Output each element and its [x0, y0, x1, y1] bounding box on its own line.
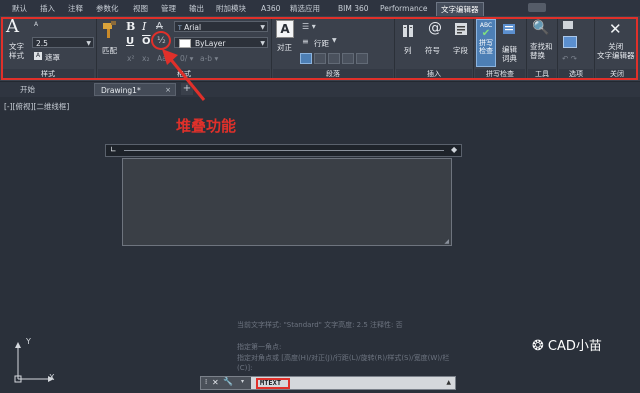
ribbon-highlight-frame: [1, 17, 638, 80]
y-axis-label: Y: [26, 337, 31, 346]
chevron-up-icon[interactable]: ▲: [446, 379, 451, 386]
ruler-line: [124, 150, 444, 151]
ribbon-panel: A 文字 样式 A 2.5 ▼ A 遮罩 样式 匹配 B I A U O ½ x²…: [0, 16, 640, 82]
close-icon[interactable]: ✕: [212, 378, 219, 387]
tab-view[interactable]: 视图: [133, 2, 148, 15]
document-tab-bar: 开始 Drawing1* × +: [0, 82, 640, 97]
command-input[interactable]: MTEXT: [256, 378, 290, 389]
watermark-text: CAD小苗: [547, 339, 602, 354]
annotation-arrow: [162, 49, 206, 101]
tab-performance[interactable]: Performance: [380, 2, 428, 15]
start-tab[interactable]: 开始: [14, 83, 41, 96]
command-history-line: 指定对角点或 [高度(H)/对正(J)/行距(L)/旋转(R)/样式(S)/宽度…: [237, 354, 450, 372]
drawing-tab-label: Drawing1*: [101, 86, 141, 95]
grip-icon[interactable]: ⁞: [205, 378, 207, 386]
tab-annotate[interactable]: 注释: [68, 2, 83, 15]
x-axis-label: X: [49, 373, 55, 382]
watermark: ❂ CAD小苗: [532, 335, 602, 354]
drawing-canvas[interactable]: [-][俯视][二维线框] 堆叠功能 ∟ ◆ ◢ 当前文字样式: "Standa…: [0, 97, 640, 393]
command-line-bar: ⁞ ✕ 🔧 ▾ MTEXT ▲: [200, 376, 456, 390]
tab-a360[interactable]: A360: [261, 2, 280, 15]
text-ruler[interactable]: ∟ ◆: [105, 144, 462, 157]
tab-default[interactable]: 默认: [12, 2, 27, 15]
tab-addins[interactable]: 附加模块: [216, 2, 246, 15]
customize-icon[interactable]: 🔧: [223, 377, 233, 386]
stack-feature-annotation: 堆叠功能: [176, 117, 237, 135]
mtext-editor-box[interactable]: ◢: [122, 158, 452, 246]
ribbon-toggle-icon[interactable]: [528, 3, 546, 12]
ribbon-tab-bar: 默认 插入 注释 参数化 视图 管理 输出 附加模块 A360 精选应用 BIM…: [0, 0, 640, 17]
tab-stop-icon[interactable]: ∟: [110, 145, 117, 154]
tab-insert[interactable]: 插入: [40, 2, 55, 15]
ruler-handle-icon[interactable]: ◆: [451, 145, 457, 154]
command-history-line: 指定第一角点:: [237, 343, 282, 351]
tab-bim360[interactable]: BIM 360: [338, 2, 369, 15]
tab-output[interactable]: 输出: [189, 2, 204, 15]
wechat-icon: ❂: [532, 338, 544, 354]
viewport-label[interactable]: [-][俯视][二维线框]: [4, 101, 69, 112]
tab-parametric[interactable]: 参数化: [96, 2, 119, 15]
tab-text-editor[interactable]: 文字编辑器: [436, 2, 484, 17]
recent-commands-icon[interactable]: ▾: [241, 378, 244, 385]
command-history-line: 当前文字样式: "Standard" 文字高度: 2.5 注释性: 否: [237, 321, 403, 329]
tab-manage[interactable]: 管理: [161, 2, 176, 15]
resize-handle-icon[interactable]: ◢: [444, 238, 449, 245]
tab-featured-apps[interactable]: 精选应用: [290, 2, 320, 15]
